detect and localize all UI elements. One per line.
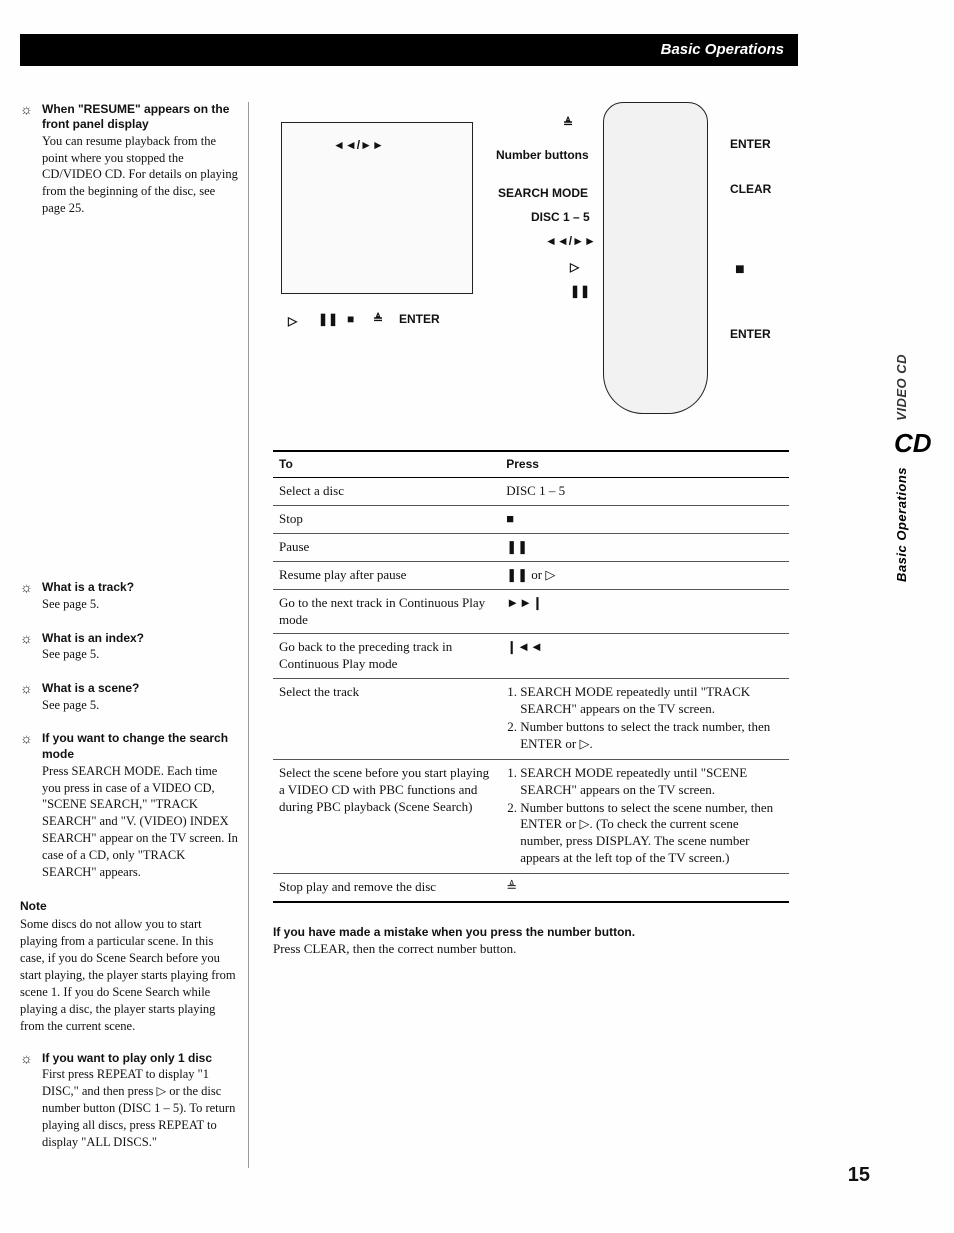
tip-play-one-disc: ☼ If you want to play only 1 disc First … — [20, 1051, 238, 1151]
table-row: Resume play after pause❚❚ or ▷ — [273, 561, 789, 589]
hint-icon: ☼ — [20, 681, 36, 713]
label-number-buttons: Number buttons — [496, 148, 589, 164]
tab-cd: CD — [894, 427, 930, 461]
tip-scene: ☼ What is a scene? See page 5. — [20, 681, 238, 713]
main-content: ◄◄/►► ≜ Number buttons SEARCH MODE DISC … — [273, 102, 800, 1169]
cell-to: Go to the next track in Continuous Play … — [273, 589, 500, 634]
hint-icon: ☼ — [20, 1051, 36, 1151]
cell-to: Pause — [273, 533, 500, 561]
cell-press: DISC 1 – 5 — [500, 478, 789, 506]
tip-title: What is a track? — [42, 580, 134, 596]
tip-body: You can resume playback from the point w… — [42, 133, 238, 217]
tip-title: If you want to play only 1 disc — [42, 1051, 238, 1067]
cell-to: Select the track — [273, 679, 500, 760]
footer-body: Press CLEAR, then the correct number but… — [273, 941, 800, 958]
label-enter: ENTER — [730, 137, 771, 153]
tip-track: ☼ What is a track? See page 5. — [20, 580, 238, 612]
section-title: Basic Operations — [661, 41, 784, 58]
note-body: Some discs do not allow you to start pla… — [20, 916, 238, 1034]
sidebar-tips: ☼ When "RESUME" appears on the front pan… — [20, 102, 249, 1169]
cell-to: Go back to the preceding track in Contin… — [273, 634, 500, 679]
section-header: Basic Operations — [20, 34, 798, 66]
cell-press: ≜ — [500, 874, 789, 902]
table-row: Stop■ — [273, 505, 789, 533]
tip-body: Press SEARCH MODE. Each time you press i… — [42, 763, 238, 881]
cell-to: Stop play and remove the disc — [273, 874, 500, 902]
tip-title: When "RESUME" appears on the front panel… — [42, 102, 238, 133]
footer-bold: If you have made a mistake when you pres… — [273, 925, 800, 941]
label-stop-front: ■ — [347, 312, 354, 328]
remote-illustration — [603, 102, 708, 414]
label-enter: ENTER — [730, 327, 771, 343]
cell-to: Select a disc — [273, 478, 500, 506]
label-clear: CLEAR — [730, 182, 771, 198]
label-skip: ◄◄/►► — [333, 138, 384, 154]
tip-title: What is an index? — [42, 631, 144, 647]
tip-body: See page 5. — [42, 697, 139, 714]
label-play: ▷ — [570, 260, 579, 276]
cell-press: ❙◄◄ — [500, 634, 789, 679]
tab-videocd: VIDEO CD — [894, 354, 911, 421]
table-row: Select the scene before you start playin… — [273, 759, 789, 873]
side-tabs: VIDEO CD CD Basic Operations — [894, 354, 930, 724]
note: Note Some discs do not allow you to star… — [20, 899, 238, 1035]
table-row: Go to the next track in Continuous Play … — [273, 589, 789, 634]
tip-title: If you want to change the search mode — [42, 731, 238, 762]
cell-press: ❚❚ or ▷ — [500, 561, 789, 589]
label-pause: ❚❚ — [570, 284, 590, 300]
label-enter: ENTER — [399, 312, 440, 328]
table-row: Go back to the preceding track in Contin… — [273, 634, 789, 679]
cell-press: SEARCH MODE repeatedly until "TRACK SEAR… — [500, 679, 789, 760]
hint-icon: ☼ — [20, 731, 36, 880]
tip-resume: ☼ When "RESUME" appears on the front pan… — [20, 102, 238, 218]
label-eject-front: ≜ — [373, 312, 383, 328]
press-step: Number buttons to select the track numbe… — [520, 719, 783, 753]
label-pause-front: ❚❚ — [318, 312, 338, 328]
th-press: Press — [500, 451, 789, 478]
cell-press: ■ — [500, 505, 789, 533]
table-row: Select a discDISC 1 – 5 — [273, 478, 789, 506]
cell-to: Resume play after pause — [273, 561, 500, 589]
page-number: 15 — [848, 1162, 870, 1188]
tip-index: ☼ What is an index? See page 5. — [20, 631, 238, 663]
tip-title: What is a scene? — [42, 681, 139, 697]
press-step: SEARCH MODE repeatedly until "SCENE SEAR… — [520, 765, 783, 799]
table-row: Stop play and remove the disc≜ — [273, 874, 789, 902]
tip-body: First press REPEAT to display "1 DISC," … — [42, 1066, 238, 1150]
tip-body: See page 5. — [42, 646, 144, 663]
tip-search-mode: ☼ If you want to change the search mode … — [20, 731, 238, 880]
press-step: Number buttons to select the scene numbe… — [520, 800, 783, 868]
label-search-mode: SEARCH MODE — [498, 186, 588, 202]
cell-to: Stop — [273, 505, 500, 533]
table-row: Pause❚❚ — [273, 533, 789, 561]
tab-section: Basic Operations — [894, 467, 911, 582]
hint-icon: ☼ — [20, 631, 36, 663]
hint-icon: ☼ — [20, 580, 36, 612]
label-play-front: ▷ — [288, 314, 297, 330]
cell-press: ►►❙ — [500, 589, 789, 634]
footer-note: If you have made a mistake when you pres… — [273, 925, 800, 957]
cell-press: SEARCH MODE repeatedly until "SCENE SEAR… — [500, 759, 789, 873]
note-title: Note — [20, 899, 238, 915]
tip-body: See page 5. — [42, 596, 134, 613]
label-skip2: ◄◄/►► — [545, 234, 596, 250]
operations-table: To Press Select a discDISC 1 – 5Stop■Pau… — [273, 450, 789, 904]
cell-to: Select the scene before you start playin… — [273, 759, 500, 873]
cell-press: ❚❚ — [500, 533, 789, 561]
label-disc: DISC 1 – 5 — [531, 210, 590, 226]
table-row: Select the track SEARCH MODE repeatedly u… — [273, 679, 789, 760]
label-eject: ≜ — [563, 116, 573, 132]
press-step: SEARCH MODE repeatedly until "TRACK SEAR… — [520, 684, 783, 718]
hint-icon: ☼ — [20, 102, 36, 218]
label-stop: ■ — [735, 260, 745, 281]
th-to: To — [273, 451, 500, 478]
device-diagram: ◄◄/►► ≜ Number buttons SEARCH MODE DISC … — [273, 102, 783, 442]
